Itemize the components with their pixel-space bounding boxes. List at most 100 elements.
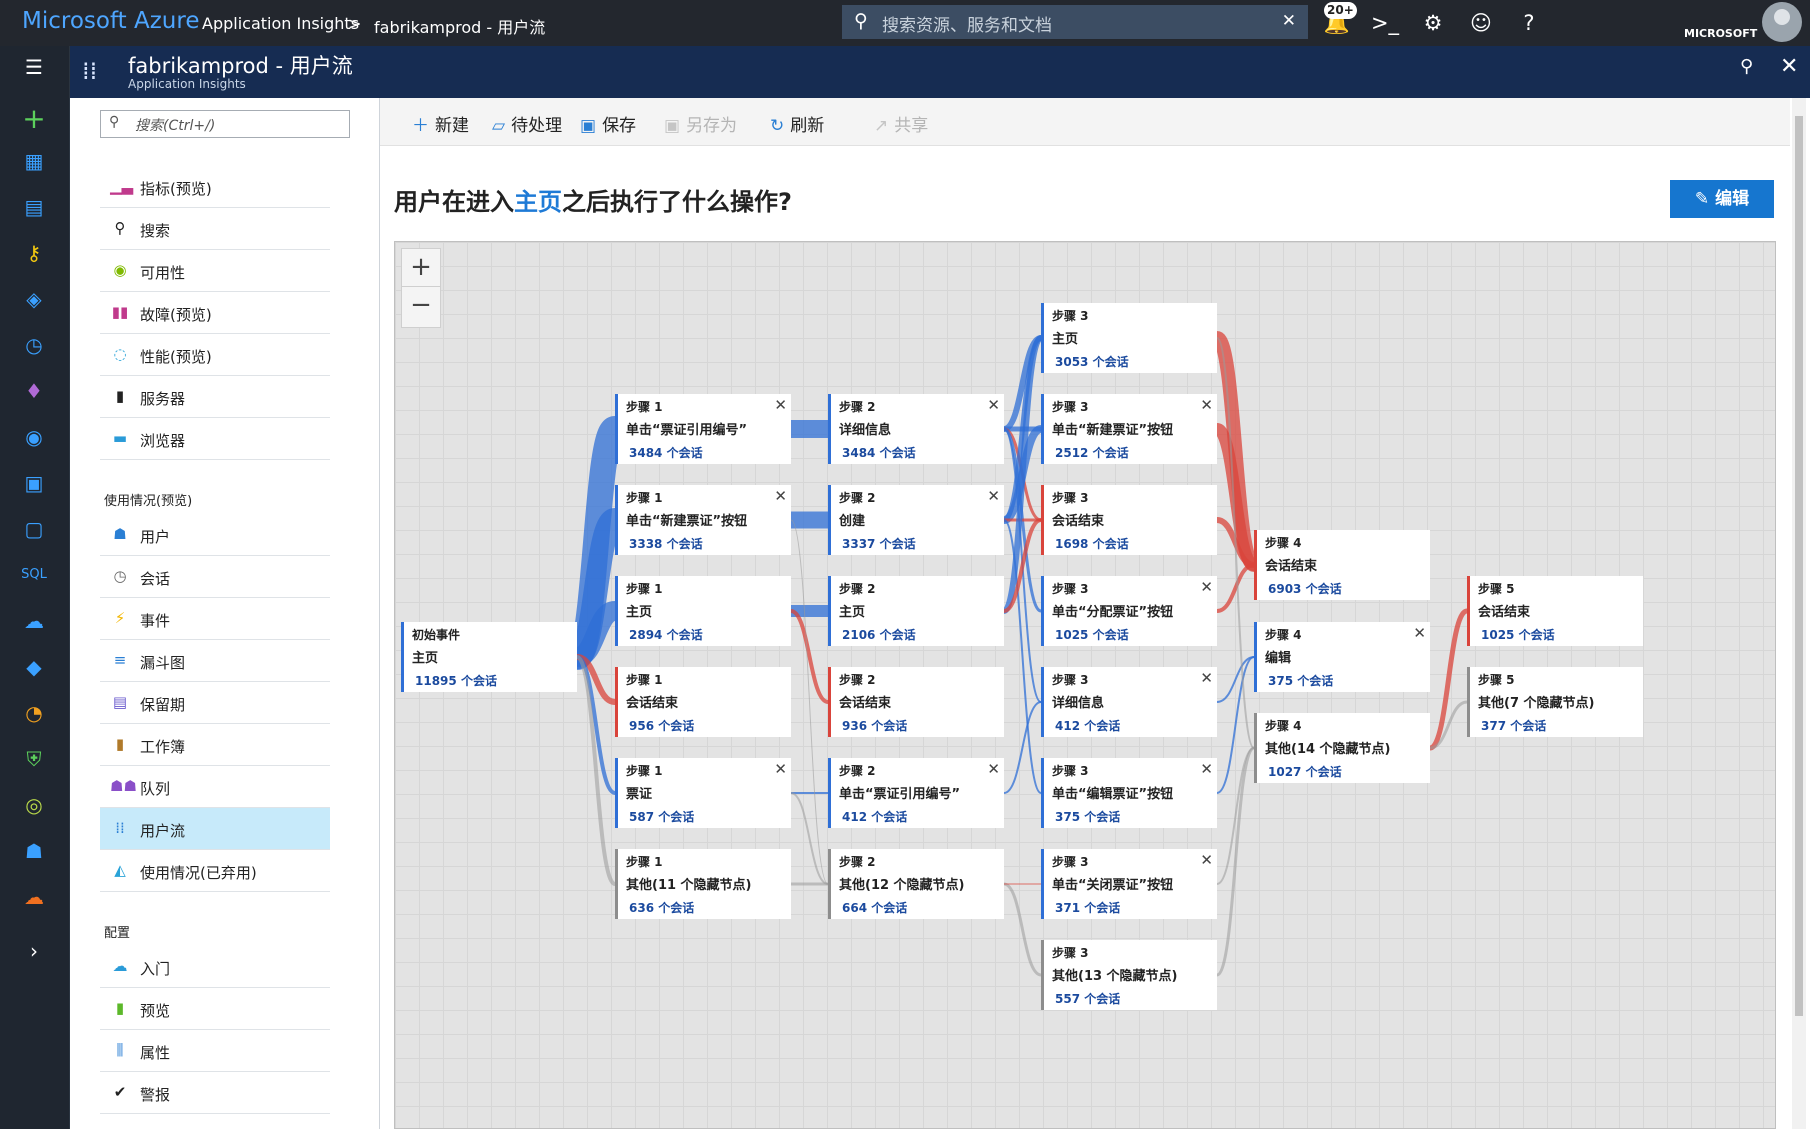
menu-item-metrics[interactable]: ▁▃ 指标(预览)	[100, 166, 330, 208]
close-icon[interactable]: ✕	[774, 487, 787, 505]
create-resource-icon[interactable]: +	[19, 104, 49, 134]
flow-link[interactable]	[790, 519, 829, 885]
diamond-icon[interactable]: ◆	[19, 652, 49, 682]
cloud-service-icon[interactable]: ☁	[19, 606, 49, 636]
flow-node[interactable]: 步骤 2 详细信息 3484 个会话 ✕	[828, 394, 1004, 464]
flow-node[interactable]: 步骤 1 主页 2894 个会话	[615, 576, 791, 646]
flow-node[interactable]: 步骤 2 会话结束 936 个会话	[828, 667, 1004, 737]
close-icon[interactable]: ✕	[987, 396, 1000, 414]
flow-node[interactable]: 步骤 2 创建 3337 个会话 ✕	[828, 485, 1004, 555]
flow-node[interactable]: 步骤 2 单击“票证引用编号” 412 个会话 ✕	[828, 758, 1004, 828]
menu-item-preview[interactable]: ▮ 预览	[100, 988, 330, 1030]
sql-icon[interactable]: SQL	[19, 560, 49, 590]
heading-highlight[interactable]: 主页	[514, 188, 562, 216]
menu-item-search[interactable]: ⚲ 搜索	[100, 208, 330, 250]
avatar[interactable]	[1762, 2, 1802, 42]
close-icon[interactable]: ✕	[774, 396, 787, 414]
content-scroll-thumb[interactable]	[1795, 116, 1803, 1016]
menu-item-usage-deprecated[interactable]: ◭ 使用情况(已弃用)	[100, 850, 330, 892]
flow-link[interactable]	[790, 609, 829, 704]
clock-icon[interactable]: ◷	[19, 330, 49, 360]
flow-node[interactable]: 步骤 3 会话结束 1698 个会话	[1041, 485, 1217, 555]
menu-item-user-flows[interactable]: ⁞⁞ 用户流	[100, 808, 330, 850]
lightbulb-icon[interactable]: ♦	[19, 376, 49, 406]
flow-node[interactable]: 步骤 3 单击“关闭票证”按钮 371 个会话 ✕	[1041, 849, 1217, 919]
help-icon[interactable]: ?	[1512, 6, 1546, 40]
flow-node[interactable]: 步骤 3 其他(13 个隐藏节点) 557 个会话	[1041, 940, 1217, 1010]
close-blade-icon[interactable]: ✕	[1780, 54, 1798, 79]
flow-node[interactable]: 步骤 1 单击“票证引用编号” 3484 个会话 ✕	[615, 394, 791, 464]
menu-item-alerts[interactable]: ✔ 警报	[100, 1072, 330, 1114]
menu-item-retention[interactable]: ▤ 保留期	[100, 682, 330, 724]
menu-search-input[interactable]: ⚲ 搜索(Ctrl+/)	[100, 110, 350, 138]
menu-item-cohorts[interactable]: ☗☗ 队列	[100, 766, 330, 808]
security-shield-icon[interactable]: ⛨	[19, 744, 49, 774]
vm-icon[interactable]: ▢	[19, 514, 49, 544]
flow-node[interactable]: 步骤 1 会话结束 956 个会话	[615, 667, 791, 737]
menu-item-browser[interactable]: ▬ 浏览器	[100, 418, 330, 460]
user-flow-canvas[interactable]: + − 初始事件 主页 11895 个会话 步骤 1 单击“票证引用编号” 3484 个会…	[394, 241, 1776, 1129]
close-icon[interactable]: ✕	[1200, 669, 1213, 687]
flow-node[interactable]: 步骤 1 其他(11 个隐藏节点) 636 个会话	[615, 849, 791, 919]
flow-link[interactable]	[1003, 701, 1042, 794]
global-search-input[interactable]: ⚲ 搜索资源、服务和文档 ✕	[842, 5, 1308, 39]
new-button[interactable]: ＋ 新建	[412, 111, 469, 136]
flow-node[interactable]: 步骤 1 票证 587 个会话 ✕	[615, 758, 791, 828]
dashboard-icon[interactable]: ▦	[19, 146, 49, 176]
flow-node[interactable]: 步骤 3 单击“新建票证”按钮 2512 个会话 ✕	[1041, 394, 1217, 464]
ring-icon[interactable]: ◎	[19, 790, 49, 820]
gauge-icon[interactable]: ◔	[19, 698, 49, 728]
menu-item-failures[interactable]: ▮▮ 故障(预览)	[100, 292, 330, 334]
content-scrollbar[interactable]	[1792, 98, 1806, 1129]
close-icon[interactable]: ✕	[774, 760, 787, 778]
user-admin-icon[interactable]: ☗	[19, 836, 49, 866]
close-icon[interactable]: ✕	[1413, 624, 1426, 642]
flow-link[interactable]	[1003, 882, 1042, 977]
flow-node[interactable]: 步骤 4 编辑 375 个会话 ✕	[1254, 622, 1430, 692]
cloud-orange-icon[interactable]: ☁	[19, 882, 49, 912]
flow-node[interactable]: 步骤 5 会话结束 1025 个会话	[1467, 576, 1643, 646]
zoom-in-button[interactable]: +	[402, 249, 440, 287]
close-icon[interactable]: ✕	[1200, 578, 1213, 596]
monitor-icon[interactable]: ▣	[19, 468, 49, 498]
flow-node[interactable]: 步骤 3 单击“分配票证”按钮 1025 个会话 ✕	[1041, 576, 1217, 646]
azure-brand[interactable]: Microsoft Azure	[22, 8, 199, 34]
cube-icon[interactable]: ◈	[19, 284, 49, 314]
settings-gear-icon[interactable]: ⚙	[1416, 6, 1450, 40]
flow-node[interactable]: 初始事件 主页 11895 个会话	[401, 622, 577, 692]
breadcrumb-current[interactable]: fabrikamprod - 用户流	[374, 14, 545, 38]
save-button[interactable]: ▣ 保存	[580, 111, 636, 136]
flow-link[interactable]	[575, 655, 617, 886]
close-icon[interactable]: ✕	[1200, 396, 1213, 414]
clear-search-icon[interactable]: ✕	[1282, 11, 1296, 31]
refresh-button[interactable]: ↻ 刷新	[770, 111, 824, 136]
close-icon[interactable]: ✕	[1200, 760, 1213, 778]
flow-link[interactable]	[1216, 746, 1255, 977]
flow-node[interactable]: 步骤 4 其他(14 个隐藏节点) 1027 个会话	[1254, 713, 1430, 783]
flow-node[interactable]: 步骤 3 主页 3053 个会话	[1041, 303, 1217, 373]
expand-chevron-icon[interactable]: ›	[19, 936, 49, 966]
save-as-button[interactable]: ▣ 另存为	[664, 111, 737, 136]
account-name[interactable]: MICROSOFT	[1684, 27, 1757, 40]
share-button[interactable]: ↗ 共享	[874, 111, 928, 136]
feedback-smiley-icon[interactable]: ☺	[1464, 6, 1498, 40]
zoom-out-button[interactable]: −	[402, 287, 440, 325]
flow-node[interactable]: 步骤 4 会话结束 6903 个会话	[1254, 530, 1430, 600]
menu-item-events[interactable]: ⚡ 事件	[100, 598, 330, 640]
flow-node[interactable]: 步骤 5 其他(7 个隐藏节点) 377 个会话	[1467, 667, 1643, 737]
close-icon[interactable]: ✕	[987, 487, 1000, 505]
menu-item-properties[interactable]: ⫼ 属性	[100, 1030, 330, 1072]
flow-node[interactable]: 步骤 1 单击“新建票证”按钮 3338 个会话 ✕	[615, 485, 791, 555]
close-icon[interactable]: ✕	[987, 760, 1000, 778]
pin-icon[interactable]: ⚲	[1740, 56, 1753, 77]
close-icon[interactable]: ✕	[1200, 851, 1213, 869]
key-icon[interactable]: ⚷	[19, 238, 49, 268]
menu-item-performance[interactable]: ◌ 性能(预览)	[100, 334, 330, 376]
flow-node[interactable]: 步骤 3 详细信息 412 个会话 ✕	[1041, 667, 1217, 737]
globe-icon[interactable]: ◉	[19, 422, 49, 452]
pending-button[interactable]: ▱ 待处理	[492, 111, 562, 136]
menu-item-funnels[interactable]: ≡ 漏斗图	[100, 640, 330, 682]
flow-link[interactable]	[1216, 563, 1255, 613]
breadcrumb-app-insights[interactable]: Application Insights	[202, 14, 359, 33]
menu-item-servers[interactable]: ▮ 服务器	[100, 376, 330, 418]
